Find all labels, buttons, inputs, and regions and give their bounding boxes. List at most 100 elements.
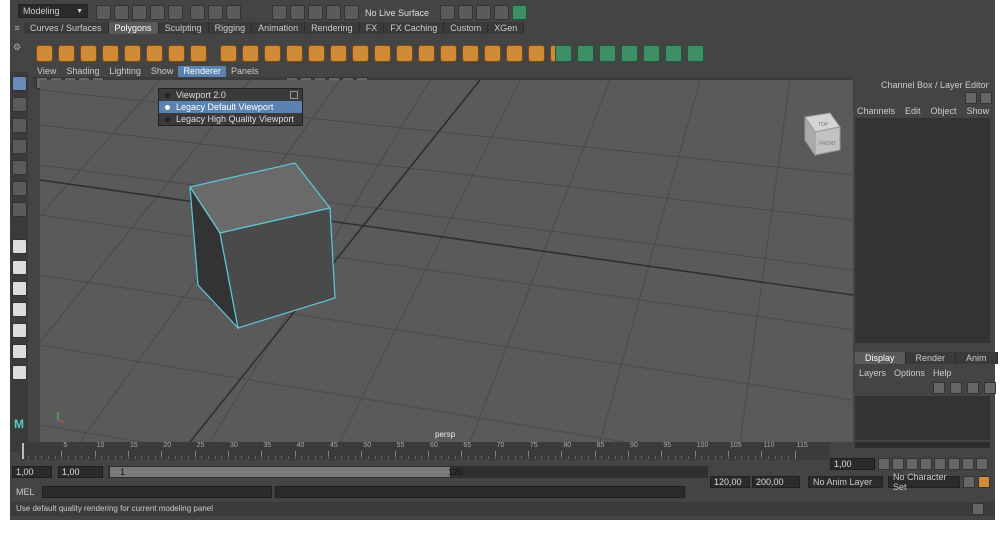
- play-backwards-icon[interactable]: [920, 458, 932, 470]
- bevel-edge-icon[interactable]: [484, 45, 501, 62]
- anim-layer-select[interactable]: No Anim Layer: [808, 476, 883, 488]
- snap-view-plane-icon[interactable]: [326, 5, 341, 20]
- layer-editor-icon[interactable]: [980, 92, 992, 104]
- panel-menu-view[interactable]: View: [32, 66, 61, 77]
- playback-start-field[interactable]: 1,00: [58, 466, 103, 478]
- layout-two-side-icon[interactable]: [11, 281, 27, 296]
- layer-menu-options[interactable]: Options: [894, 368, 925, 378]
- layout-single-icon[interactable]: [11, 239, 27, 254]
- open-scene-icon[interactable]: [114, 5, 129, 20]
- renderer-option[interactable]: Legacy High Quality Viewport: [159, 113, 302, 125]
- boolean-icon[interactable]: [286, 45, 303, 62]
- channel-box-menu-edit[interactable]: Edit: [905, 106, 921, 116]
- combine-icon[interactable]: [220, 45, 237, 62]
- render-settings-icon[interactable]: [494, 5, 509, 20]
- smooth-icon[interactable]: [264, 45, 281, 62]
- bevel-icon[interactable]: [352, 45, 369, 62]
- snap-curve-icon[interactable]: [290, 5, 305, 20]
- hypershade-icon[interactable]: [512, 5, 527, 20]
- render-view-icon[interactable]: [440, 5, 455, 20]
- checker-icon[interactable]: [665, 45, 682, 62]
- command-language-label[interactable]: MEL: [12, 486, 42, 498]
- panel-menu-renderer[interactable]: Renderer: [178, 66, 226, 77]
- snap-grid-icon[interactable]: [272, 5, 287, 20]
- command-input[interactable]: [42, 486, 272, 498]
- go-to-end-icon[interactable]: [976, 458, 988, 470]
- move-layer-down-icon[interactable]: [950, 382, 962, 394]
- mode-select[interactable]: Modeling ▼: [18, 4, 88, 18]
- live-surface-label[interactable]: No Live Surface: [365, 8, 429, 18]
- renderer-option[interactable]: Legacy Default Viewport: [159, 101, 302, 113]
- play-forwards-icon[interactable]: [934, 458, 946, 470]
- poly-disc-icon[interactable]: [168, 45, 185, 62]
- poly-torus-icon[interactable]: [124, 45, 141, 62]
- panel-menu-panels[interactable]: Panels: [226, 66, 264, 77]
- move-layer-up-icon[interactable]: [933, 382, 945, 394]
- go-to-start-icon[interactable]: [878, 458, 890, 470]
- quad-draw-icon[interactable]: [418, 45, 435, 62]
- component-mode-icon[interactable]: [226, 5, 241, 20]
- rotate-tool-icon[interactable]: [11, 160, 27, 175]
- shelf-tab-fx-caching[interactable]: FX Caching: [384, 22, 445, 34]
- new-scene-icon[interactable]: [96, 5, 111, 20]
- undo-icon[interactable]: [150, 5, 165, 20]
- hierarchy-mode-icon[interactable]: [190, 5, 205, 20]
- shelf-tab-sculpting[interactable]: Sculpting: [158, 22, 209, 34]
- channel-box-menu-object[interactable]: Object: [931, 106, 957, 116]
- separate-icon[interactable]: [242, 45, 259, 62]
- poly-cone-icon[interactable]: [102, 45, 119, 62]
- spherical-uv-icon[interactable]: [599, 45, 616, 62]
- shelf-tab-animation[interactable]: Animation: [252, 22, 306, 34]
- layout-graph-icon[interactable]: [11, 344, 27, 359]
- shelf-tab-custom[interactable]: Custom: [444, 22, 489, 34]
- animation-end-field[interactable]: 200,00: [752, 476, 800, 488]
- multi-cut-icon[interactable]: [374, 45, 391, 62]
- snap-point-icon[interactable]: [308, 5, 323, 20]
- new-layer-selected-icon[interactable]: [984, 382, 996, 394]
- shelf-tab-fx[interactable]: FX: [359, 22, 385, 34]
- cylindrical-uv-icon[interactable]: [577, 45, 594, 62]
- planar-uv-icon[interactable]: [555, 45, 572, 62]
- panel-menu-shading[interactable]: Shading: [61, 66, 104, 77]
- script-editor-icon[interactable]: [972, 503, 984, 515]
- poly-plane-icon[interactable]: [146, 45, 163, 62]
- renderer-option[interactable]: Viewport 2.0: [159, 89, 302, 101]
- snap-live-icon[interactable]: [344, 5, 359, 20]
- step-back-frame-icon[interactable]: [906, 458, 918, 470]
- render-frame-icon[interactable]: [458, 5, 473, 20]
- extrude-icon[interactable]: [308, 45, 325, 62]
- insert-edge-loop-icon[interactable]: [440, 45, 457, 62]
- poke-icon[interactable]: [506, 45, 523, 62]
- shelf-tab-rendering[interactable]: Rendering: [305, 22, 360, 34]
- option-box-icon[interactable]: [290, 91, 298, 99]
- step-forward-key-icon[interactable]: [962, 458, 974, 470]
- redo-icon[interactable]: [168, 5, 183, 20]
- last-tool-icon[interactable]: [11, 202, 27, 217]
- shelf-options-icon[interactable]: ⚙: [10, 42, 24, 53]
- poly-cylinder-icon[interactable]: [80, 45, 97, 62]
- layer-tab-anim[interactable]: Anim: [956, 352, 998, 364]
- offset-edge-loop-icon[interactable]: [462, 45, 479, 62]
- time-slider[interactable]: 5 10 15 20 25 30 35 40 45 50 55 60 65 70 75 80 85 90 95 100…: [20, 442, 830, 460]
- playback-end-field[interactable]: 120,00: [710, 476, 750, 488]
- lasso-tool-icon[interactable]: [11, 97, 27, 112]
- ipr-render-icon[interactable]: [476, 5, 491, 20]
- automatic-uv-icon[interactable]: [621, 45, 638, 62]
- layer-list[interactable]: [855, 396, 990, 440]
- layer-menu-layers[interactable]: Layers: [859, 368, 886, 378]
- layout-four-icon[interactable]: [11, 260, 27, 275]
- channel-box-icon[interactable]: [965, 92, 977, 104]
- shelf-tab-xgen[interactable]: XGen: [488, 22, 525, 34]
- layer-scrollbar[interactable]: [855, 442, 990, 448]
- select-tool-icon[interactable]: [11, 76, 27, 91]
- range-slider-handle[interactable]: [110, 467, 450, 477]
- poly-sphere-icon[interactable]: [36, 45, 53, 62]
- layout-outliner-icon[interactable]: [11, 323, 27, 338]
- bridge-icon[interactable]: [330, 45, 347, 62]
- shelf-tab-rigging[interactable]: Rigging: [208, 22, 253, 34]
- character-set-select[interactable]: No Character Set: [888, 472, 960, 492]
- layer-tab-render[interactable]: Render: [905, 352, 957, 364]
- channel-box-menu-channels[interactable]: Channels: [857, 106, 895, 116]
- layer-tab-display[interactable]: Display: [855, 352, 906, 364]
- wedge-icon[interactable]: [528, 45, 545, 62]
